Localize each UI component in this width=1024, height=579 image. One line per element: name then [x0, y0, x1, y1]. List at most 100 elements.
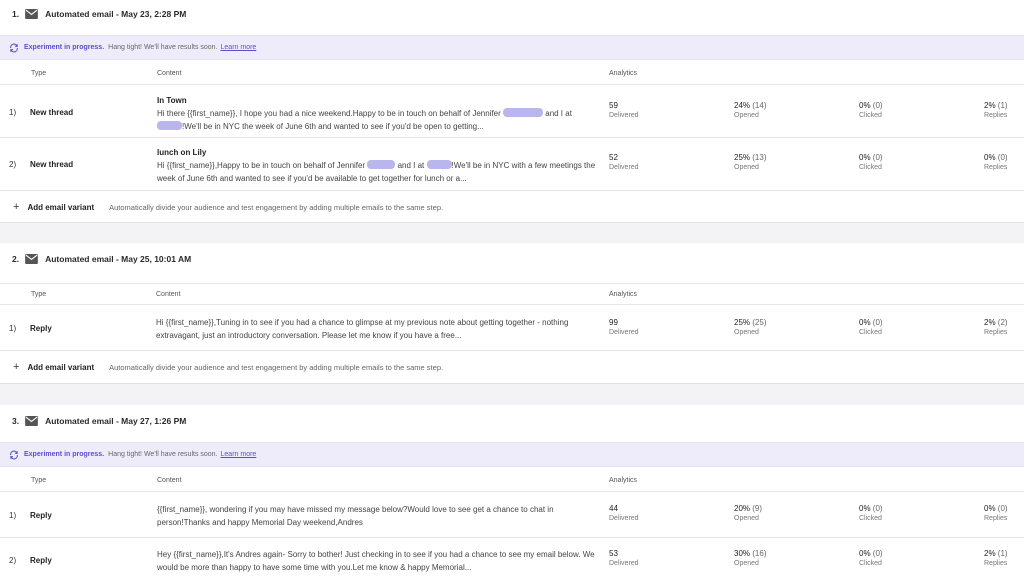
opened-stat: 25% (13) Opened: [734, 153, 766, 171]
replies-stat: 2% (1) Replies: [984, 549, 1008, 567]
clicked-label: Clicked: [859, 515, 882, 522]
replies-stat: 0% (0) Replies: [984, 504, 1008, 522]
redacted-text: [367, 160, 396, 169]
email-body: Hi {{first_name}},Tuning in to see if yo…: [156, 318, 569, 340]
delivered-label: Delivered: [609, 329, 639, 336]
col-content: Content: [157, 477, 182, 484]
add-email-variant[interactable]: + Add email variant Automatically divide…: [0, 191, 1024, 223]
row-content[interactable]: In Town Hi there {{first_name}}, I hope …: [157, 94, 597, 133]
clicked-count: (0): [872, 549, 883, 558]
clicked-stat: 0% (0) Clicked: [859, 101, 883, 119]
row-content[interactable]: Hey {{first_name}},It's Andres again- So…: [157, 548, 597, 574]
delivered-stat: 99 Delivered: [609, 318, 639, 336]
replies-label: Replies: [984, 515, 1008, 522]
experiment-banner: Experiment in progress. Hang tight! We'l…: [0, 442, 1024, 467]
row-type[interactable]: Reply: [30, 324, 52, 333]
plus-icon[interactable]: +: [13, 201, 19, 213]
email-body: Hi {{first_name}},Happy to be in touch o…: [157, 159, 597, 185]
row-type[interactable]: New thread: [30, 108, 73, 117]
delivered-value: 53: [609, 549, 618, 558]
email-body: Hi there {{first_name}}, I hope you had …: [157, 107, 597, 133]
delivered-stat: 44 Delivered: [609, 504, 639, 522]
delivered-value: 44: [609, 504, 618, 513]
step-header: 3. Automated email - May 27, 1:26 PM: [0, 407, 1024, 435]
row-content[interactable]: {{first_name}}, wondering if you may hav…: [157, 503, 597, 529]
opened-label: Opened: [734, 164, 759, 171]
col-analytics: Analytics: [609, 477, 638, 484]
opened-stat: 20% (9) Opened: [734, 504, 762, 522]
col-type: Type: [31, 70, 47, 77]
col-analytics: Analytics: [609, 291, 638, 298]
row-content[interactable]: lunch on Lily Hi {{first_name}},Happy to…: [157, 146, 597, 185]
opened-count: (25): [752, 318, 767, 327]
replies-label: Replies: [984, 560, 1008, 567]
opened-value: 25%: [734, 318, 751, 327]
row-type[interactable]: New thread: [30, 160, 73, 169]
step-header: 2. Automated email - May 25, 10:01 AM: [0, 245, 1024, 273]
row-type[interactable]: Reply: [30, 556, 52, 565]
table-row[interactable]: 2) Reply Hey {{first_name}},It's Andres …: [0, 539, 1024, 579]
body-text: Hi {{first_name}},Happy to be in touch o…: [157, 161, 368, 170]
step-card-1: 1. Automated email - May 23, 2:28 PM Exp…: [0, 0, 1024, 223]
clicked-value: 0%: [859, 504, 871, 513]
opened-count: (16): [752, 549, 767, 558]
replies-value: 2%: [984, 101, 996, 110]
opened-label: Opened: [734, 560, 759, 567]
row-index: 1): [9, 511, 17, 520]
clicked-label: Clicked: [859, 112, 882, 119]
learn-more-link[interactable]: Learn more: [221, 451, 257, 458]
clicked-value: 0%: [859, 101, 871, 110]
body-text: and I at: [395, 161, 427, 170]
col-analytics: Analytics: [609, 70, 638, 77]
delivered-label: Delivered: [609, 515, 639, 522]
col-content: Content: [156, 291, 181, 298]
body-text: and I at: [543, 109, 572, 118]
row-type[interactable]: Reply: [30, 511, 52, 520]
step-title: Automated email - May 23, 2:28 PM: [45, 9, 187, 19]
step-title: Automated email - May 25, 10:01 AM: [45, 254, 192, 264]
body-text: Hi there {{first_name}}, I hope you had …: [157, 109, 504, 118]
add-email-variant[interactable]: + Add email variant Automatically divide…: [0, 351, 1024, 383]
sync-icon: [10, 450, 18, 459]
clicked-stat: 0% (0) Clicked: [859, 318, 883, 336]
replies-count: (0): [997, 504, 1008, 513]
opened-value: 20%: [734, 504, 751, 513]
replies-count: (1): [997, 549, 1008, 558]
opened-label: Opened: [734, 112, 759, 119]
table-row[interactable]: 1) Reply Hi {{first_name}},Tuning in to …: [0, 306, 1024, 351]
opened-count: (14): [752, 101, 767, 110]
replies-count: (1): [997, 101, 1008, 110]
clicked-value: 0%: [859, 153, 871, 162]
redacted-text: [503, 108, 544, 117]
clicked-label: Clicked: [859, 560, 882, 567]
add-variant-button[interactable]: Add email variant: [27, 363, 94, 372]
clicked-stat: 0% (0) Clicked: [859, 504, 883, 522]
clicked-value: 0%: [859, 549, 871, 558]
add-variant-hint: Automatically divide your audience and t…: [109, 202, 444, 212]
table-row[interactable]: 2) New thread lunch on Lily Hi {{first_n…: [0, 139, 1024, 191]
clicked-value: 0%: [859, 318, 871, 327]
column-headers: Type Content Analytics: [0, 63, 1024, 85]
email-body: {{first_name}}, wondering if you may hav…: [157, 505, 554, 527]
add-variant-button[interactable]: Add email variant: [27, 203, 94, 212]
delivered-value: 52: [609, 153, 618, 162]
row-index: 2): [9, 160, 17, 169]
step-number: 3.: [12, 416, 20, 426]
table-row[interactable]: 1) Reply {{first_name}}, wondering if yo…: [0, 493, 1024, 538]
clicked-stat: 0% (0) Clicked: [859, 153, 883, 171]
experiment-banner: Experiment in progress. Hang tight! We'l…: [0, 35, 1024, 60]
sync-icon: [10, 43, 18, 52]
replies-value: 0%: [984, 153, 996, 162]
clicked-label: Clicked: [859, 329, 882, 336]
step-header: 1. Automated email - May 23, 2:28 PM: [0, 0, 1024, 28]
opened-label: Opened: [734, 515, 759, 522]
replies-stat: 2% (2) Replies: [984, 318, 1008, 336]
row-content[interactable]: Hi {{first_name}},Tuning in to see if yo…: [156, 316, 596, 342]
body-text: !We'll be in NYC the week of June 6th an…: [182, 122, 484, 131]
opened-stat: 30% (16) Opened: [734, 549, 766, 567]
plus-icon[interactable]: +: [13, 361, 19, 373]
learn-more-link[interactable]: Learn more: [221, 44, 257, 51]
replies-value: 2%: [984, 549, 996, 558]
step-number: 2.: [12, 254, 20, 264]
table-row[interactable]: 1) New thread In Town Hi there {{first_n…: [0, 86, 1024, 138]
